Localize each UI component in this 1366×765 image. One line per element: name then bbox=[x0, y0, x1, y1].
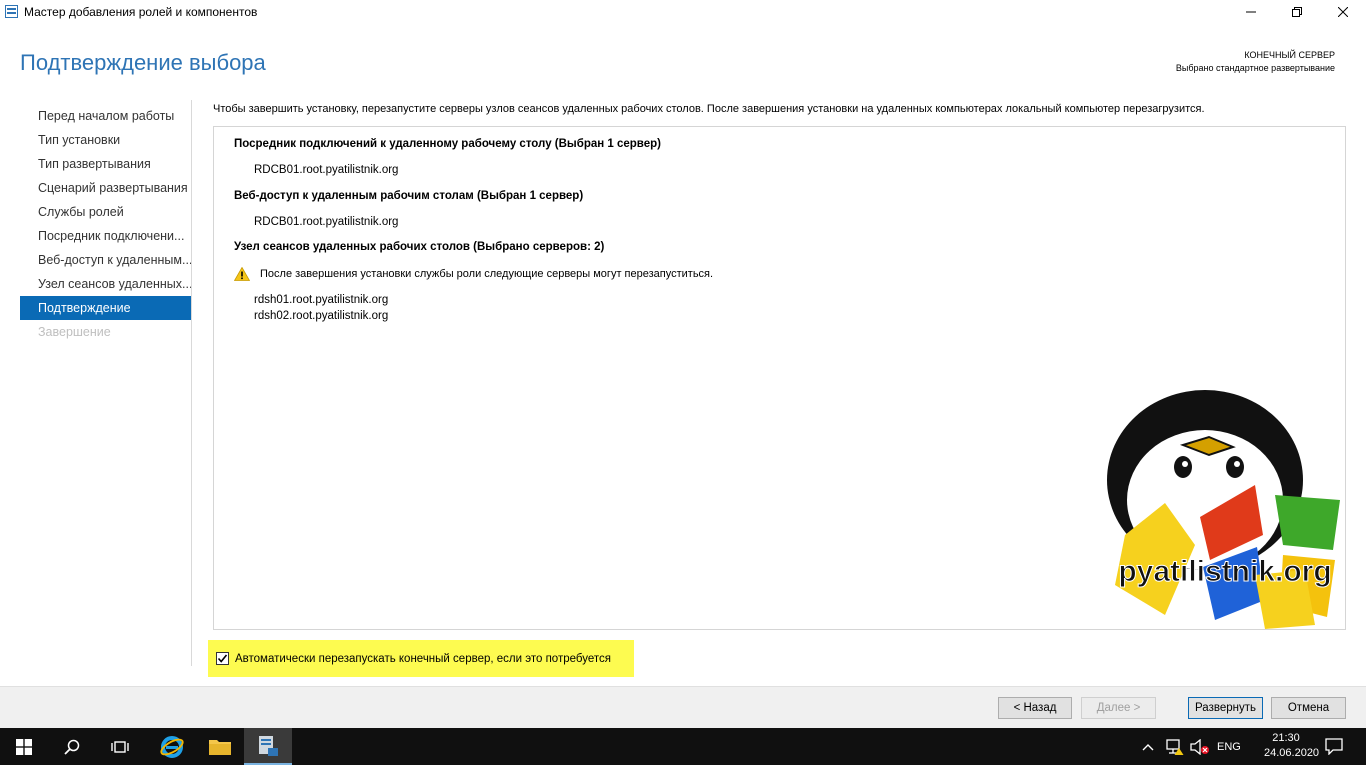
nav-item-deployment-scenario[interactable]: Сценарий развертывания bbox=[20, 176, 191, 200]
windows-start-icon bbox=[16, 738, 32, 755]
confirmation-panel: Посредник подключений к удаленному рабоч… bbox=[213, 126, 1346, 630]
network-icon[interactable] bbox=[1166, 739, 1184, 755]
nav-item-confirmation[interactable]: Подтверждение bbox=[20, 296, 191, 320]
section-web-access-title: Веб-доступ к удаленным рабочим столам (В… bbox=[234, 190, 584, 202]
taskbar-search-button[interactable] bbox=[48, 728, 96, 765]
taskbar-explorer[interactable] bbox=[196, 728, 244, 765]
close-button[interactable] bbox=[1320, 0, 1366, 24]
page-title: Подтверждение выбора bbox=[20, 50, 266, 75]
input-language-indicator[interactable]: ENG bbox=[1217, 741, 1241, 753]
section-connection-broker-title: Посредник подключений к удаленному рабоч… bbox=[234, 138, 661, 150]
instruction-text: Чтобы завершить установку, перезапустите… bbox=[213, 103, 1205, 115]
section-session-host-title: Узел сеансов удаленных рабочих столов (В… bbox=[234, 241, 605, 253]
next-button: Далее > bbox=[1081, 697, 1156, 719]
restart-warning: После завершения установки службы роли с… bbox=[234, 267, 713, 281]
title-bar: Мастер добавления ролей и компонентов bbox=[0, 0, 1366, 24]
taskbar-ie[interactable] bbox=[148, 728, 196, 765]
nav-item-completion: Завершение bbox=[38, 325, 111, 339]
minimize-button[interactable] bbox=[1228, 0, 1274, 24]
server-item: rdsh01.root.pyatilistnik.org bbox=[254, 294, 389, 306]
server-item: rdsh02.root.pyatilistnik.org bbox=[254, 310, 389, 322]
server-manager-icon bbox=[259, 735, 278, 756]
show-hidden-icons-chevron-up-icon[interactable] bbox=[1142, 743, 1154, 751]
penguin-logo-image: pyatilistnik.org bbox=[1107, 390, 1340, 629]
checkmark-icon bbox=[217, 654, 228, 663]
nav-item-session-host[interactable]: Узел сеансов удаленных... bbox=[20, 272, 191, 296]
deploy-button[interactable]: Развернуть bbox=[1188, 697, 1263, 719]
button-bar: < Назад Далее > Развернуть Отмена bbox=[0, 687, 1366, 728]
start-button[interactable] bbox=[0, 728, 48, 765]
server-item: RDCB01.root.pyatilistnik.org bbox=[254, 164, 399, 176]
clock[interactable]: 21:30 24.06.2020 bbox=[1264, 731, 1320, 761]
cancel-button[interactable]: Отмена bbox=[1271, 697, 1346, 719]
watermark-text: pyatilistnik.org bbox=[1118, 555, 1331, 588]
clock-time: 21:30 bbox=[1272, 732, 1300, 744]
warning-text: После завершения установки службы роли с… bbox=[260, 268, 714, 280]
destination-label: КОНЕЧНЫЙ СЕРВЕР bbox=[1244, 50, 1335, 60]
destination-value: Выбрано стандартное развертывание bbox=[1175, 63, 1335, 73]
auto-restart-option[interactable]: Автоматически перезапускать конечный сер… bbox=[208, 640, 634, 677]
close-icon bbox=[1338, 7, 1348, 17]
volume-muted-icon[interactable] bbox=[1190, 739, 1210, 755]
minimize-icon bbox=[1246, 11, 1256, 13]
warning-icon bbox=[234, 267, 250, 281]
restore-icon bbox=[1292, 7, 1302, 17]
action-center-notification-icon[interactable] bbox=[1325, 738, 1343, 755]
nav-item-before-you-begin[interactable]: Перед началом работы bbox=[20, 104, 191, 128]
auto-restart-label: Автоматически перезапускать конечный сер… bbox=[235, 652, 611, 665]
nav-item-deployment-type[interactable]: Тип развертывания bbox=[20, 152, 191, 176]
back-button[interactable]: < Назад bbox=[998, 697, 1072, 719]
window-title: Мастер добавления ролей и компонентов bbox=[24, 5, 258, 19]
wizard-nav: Перед началом работы Тип установки Тип р… bbox=[20, 104, 191, 344]
folder-icon bbox=[209, 739, 231, 755]
taskbar-server-manager[interactable] bbox=[244, 728, 292, 765]
nav-divider bbox=[191, 100, 192, 666]
taskbar: ENG 21:30 24.06.2020 bbox=[0, 728, 1366, 765]
search-icon bbox=[64, 739, 80, 755]
auto-restart-checkbox[interactable] bbox=[216, 652, 229, 665]
nav-item-connection-broker[interactable]: Посредник подключени... bbox=[20, 224, 191, 248]
task-view-button[interactable] bbox=[96, 728, 144, 765]
clock-date: 24.06.2020 bbox=[1264, 747, 1320, 759]
internet-explorer-icon bbox=[160, 735, 184, 758]
server-manager-icon bbox=[5, 5, 18, 18]
server-item: RDCB01.root.pyatilistnik.org bbox=[254, 216, 399, 228]
nav-item-web-access[interactable]: Веб-доступ к удаленным... bbox=[20, 248, 191, 272]
maximize-button[interactable] bbox=[1274, 0, 1320, 24]
destination-server-info: КОНЕЧНЫЙ СЕРВЕР Выбрано стандартное разв… bbox=[1176, 49, 1335, 75]
nav-item-installation-type[interactable]: Тип установки bbox=[20, 128, 191, 152]
nav-item-role-services[interactable]: Службы ролей bbox=[20, 200, 191, 224]
watermark-logo: pyatilistnik.org bbox=[1105, 385, 1345, 629]
task-view-icon bbox=[111, 740, 129, 753]
